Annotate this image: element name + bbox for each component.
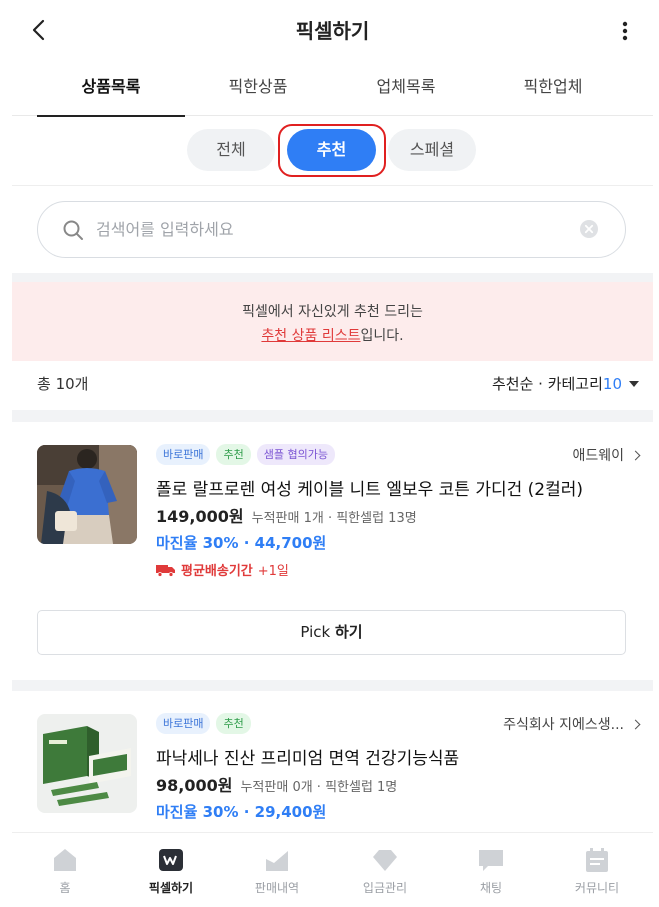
chevron-right-icon (630, 719, 641, 729)
nav-label: 홈 (59, 881, 71, 895)
calendar-icon (586, 848, 608, 872)
diamond-icon (373, 850, 397, 871)
price-row: 149,000원 누적판매 1개 · 픽한셀럽 13명 (156, 503, 417, 527)
tab-picked-vendors[interactable]: 픽한업체 (479, 58, 627, 116)
supplement-box-photo-icon (37, 714, 137, 813)
nav-label: 판매내역 (254, 881, 300, 895)
sort-label: 추천순 · 카테고리 (492, 375, 603, 393)
sort-dropdown[interactable]: 추천순 · 카테고리 10 (492, 373, 639, 394)
more-options-button[interactable] (611, 17, 639, 45)
product-card: 바로판매 추천 주식회사 지에스생... 파낙세나 진산 프리미엄 면역 건강기… (12, 691, 653, 832)
search-icon (63, 220, 83, 240)
vendor-name: 주식회사 지에스생... (503, 717, 624, 733)
nav-label: 입금관리 (362, 881, 408, 895)
vendor-link[interactable]: 주식회사 지에스생... (503, 714, 641, 734)
badge-instant-sale: 바로판매 (156, 444, 211, 465)
shipping-label: 평균배송기간 (181, 564, 253, 579)
product-name[interactable]: 폴로 랄프로렌 여성 케이블 니트 엘보우 코튼 가디건 (2컬러) (156, 475, 583, 500)
pixel-logo-icon (159, 849, 183, 871)
more-vertical-icon (622, 21, 628, 41)
badge-recommended: 추천 (216, 713, 251, 734)
product-image[interactable] (37, 445, 137, 544)
filter-chip-group: 전체 추천 스페셜 (12, 116, 653, 186)
sales-meta: 누적판매 1개 · 픽한셀럽 13명 (251, 511, 417, 526)
app-frame: 픽셀하기 상품목록 픽한상품 업체목록 픽한업체 전체 추천 스페셜 픽셀에서 … (12, 0, 653, 907)
badge-recommended: 추천 (216, 444, 251, 465)
nav-sales-history[interactable]: 판매내역 (224, 833, 330, 907)
nav-community[interactable]: 커뮤니티 (544, 833, 650, 907)
pick-label-bold: 하기 (335, 623, 363, 641)
nav-deposit[interactable]: 입금관리 (332, 833, 438, 907)
tab-product-list[interactable]: 상품목록 (37, 58, 185, 117)
tab-picked-products[interactable]: 픽한상품 (184, 58, 332, 116)
app-header: 픽셀하기 (12, 0, 653, 58)
shipping-info: 평균배송기간 +1일 (156, 560, 289, 579)
home-icon (54, 849, 76, 871)
page-title: 픽셀하기 (295, 19, 370, 43)
nav-label: 채팅 (479, 881, 503, 895)
section-divider (12, 680, 653, 691)
category-count: 10 (602, 374, 622, 393)
product-badges: 바로판매 추천 (156, 713, 251, 734)
caret-down-icon (629, 380, 639, 387)
product-badges: 바로판매 추천 샘플 협의가능 (156, 444, 335, 465)
nav-label: 픽셀하기 (148, 881, 194, 895)
nav-home[interactable]: 홈 (12, 833, 118, 907)
recommend-banner: 픽셀에서 자신있게 추천 드리는 추천 상품 리스트입니다. (12, 282, 653, 361)
cardigan-photo-icon (37, 445, 137, 544)
product-price: 149,000원 (156, 507, 244, 526)
product-card: 바로판매 추천 샘플 협의가능 애드웨이 폴로 랄프로렌 여성 케이블 니트 엘… (12, 422, 653, 680)
pick-label: Pick (300, 623, 331, 641)
section-divider (12, 273, 653, 282)
badge-instant-sale: 바로판매 (156, 713, 211, 734)
badge-sample-negotiable: 샘플 협의가능 (256, 444, 335, 465)
product-price: 98,000원 (156, 776, 233, 795)
product-image[interactable] (37, 714, 137, 813)
truck-icon (156, 564, 175, 577)
section-divider (12, 410, 653, 422)
margin-rate: 마진율 30% · 29,400원 (156, 803, 327, 821)
selection-highlight (278, 124, 386, 177)
nav-label: 커뮤니티 (574, 881, 620, 895)
margin-rate: 마진율 30% · 44,700원 (156, 534, 327, 552)
banner-highlight-link[interactable]: 추천 상품 리스트 (261, 328, 360, 344)
filter-chip-all[interactable]: 전체 (187, 129, 275, 171)
product-name[interactable]: 파낙세나 진산 프리미엄 면역 건강기능식품 (156, 744, 459, 769)
banner-suffix: 입니다. (360, 328, 404, 344)
tab-bar: 상품목록 픽한상품 업체목록 픽한업체 (12, 58, 653, 117)
filter-chip-special[interactable]: 스페셜 (388, 129, 476, 171)
chevron-right-icon (630, 450, 641, 460)
vendor-link[interactable]: 애드웨이 (572, 445, 641, 465)
search-bar (37, 201, 626, 258)
vendor-name: 애드웨이 (572, 448, 624, 464)
banner-line-2: 추천 상품 리스트입니다. (12, 325, 653, 345)
tab-vendor-list[interactable]: 업체목록 (332, 58, 480, 116)
nav-chat[interactable]: 채팅 (438, 833, 544, 907)
clear-icon[interactable] (579, 219, 599, 239)
shipping-value: +1일 (257, 564, 289, 579)
chart-icon (266, 851, 288, 871)
chat-icon (479, 850, 503, 871)
search-input[interactable] (96, 202, 556, 257)
pick-button[interactable]: Pick 하기 (37, 610, 626, 655)
price-row: 98,000원 누적판매 0개 · 픽한셀럽 1명 (156, 772, 397, 796)
bottom-navigation: 홈 픽셀하기 판매내역 입금관리 채팅 커뮤니티 (12, 832, 653, 907)
total-count: 총 10개 (37, 375, 89, 393)
sales-meta: 누적판매 0개 · 픽한셀럽 1명 (240, 780, 398, 795)
banner-line: 픽셀에서 자신있게 추천 드리는 (242, 304, 423, 320)
nav-pixel[interactable]: 픽셀하기 (118, 833, 224, 907)
